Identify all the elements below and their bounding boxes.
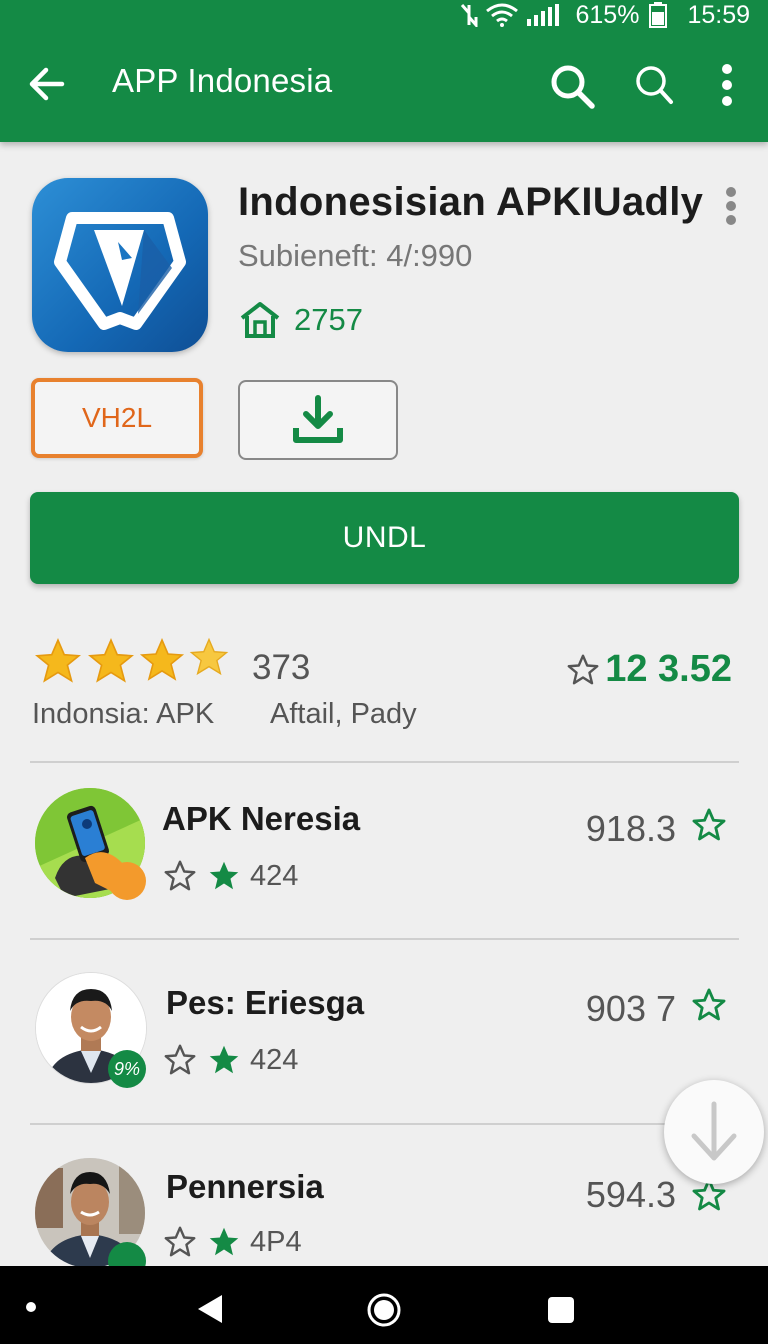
list-item-rating-value: 424 bbox=[250, 1043, 299, 1076]
star-icon bbox=[189, 637, 229, 676]
list-item[interactable]: 9% Pes: Eriesga 424 903 7 bbox=[0, 950, 768, 1120]
star-outline-icon bbox=[567, 654, 599, 684]
nav-back-icon[interactable] bbox=[196, 1293, 224, 1325]
rating-count: 373 bbox=[252, 648, 311, 687]
star-outline-icon bbox=[164, 1226, 196, 1257]
list-item-title: Pennersia bbox=[166, 1168, 324, 1205]
download-button[interactable] bbox=[238, 380, 398, 460]
rating-source-label: Indonsia: APK bbox=[32, 698, 215, 730]
arrow-down-icon bbox=[691, 1101, 737, 1161]
app-name: Indonesisian APKIUadly bbox=[238, 180, 704, 224]
star-outline-icon[interactable] bbox=[690, 806, 728, 844]
rating-score: 12 3.52 bbox=[565, 648, 732, 691]
list-item-title: Pes: Eriesga bbox=[166, 984, 365, 1021]
star-icon bbox=[209, 1045, 239, 1074]
list-item-value: 594.3 bbox=[585, 1174, 676, 1215]
battery-percent: 615% bbox=[575, 0, 640, 29]
home-icon bbox=[240, 302, 280, 338]
status-bar: 615% 15:59 bbox=[459, 0, 750, 30]
star-icon bbox=[139, 637, 185, 681]
app-subtitle: Subieneft: 4/:990 bbox=[238, 238, 473, 273]
list-item[interactable]: APK Neresia 424 918.3 bbox=[0, 770, 768, 940]
list-item-value: 903 7 bbox=[585, 988, 676, 1029]
list-item-title: APK Neresia bbox=[162, 800, 361, 837]
nfc-icon bbox=[461, 4, 478, 27]
secondary-action-button[interactable]: VH2L bbox=[31, 378, 203, 458]
avatar-badge-label: 9% bbox=[113, 1058, 140, 1079]
star-icon bbox=[35, 638, 81, 683]
app-count: 2757 bbox=[294, 302, 363, 337]
avatar-badge bbox=[108, 1242, 146, 1266]
more-vert-icon[interactable] bbox=[722, 186, 740, 226]
rating-detail-label: Aftail, Pady bbox=[270, 698, 417, 730]
nav-recents-icon[interactable] bbox=[548, 1297, 574, 1323]
list-item-rating: 424 bbox=[162, 1042, 298, 1078]
clock: 15:59 bbox=[687, 0, 750, 29]
app-bar-title: APP Indonesia bbox=[112, 62, 333, 99]
app-count-row: 2757 bbox=[238, 300, 363, 340]
star-outline-icon bbox=[164, 860, 196, 891]
nav-dot bbox=[26, 1302, 36, 1312]
list-item-value: 918.3 bbox=[585, 808, 676, 849]
status-icons bbox=[459, 3, 565, 27]
signal-icon bbox=[527, 4, 560, 26]
list-item-rating: 4P4 bbox=[162, 1224, 302, 1260]
install-button-label: UNDL bbox=[342, 521, 427, 554]
install-button[interactable]: UNDL bbox=[30, 492, 739, 584]
list-item[interactable]: Pennersia 4P4 594.3 bbox=[0, 1134, 768, 1266]
star-icon bbox=[88, 638, 134, 683]
list-item-rating-value: 424 bbox=[250, 859, 299, 892]
star-icon bbox=[209, 1227, 239, 1256]
list-item-rating-value: 4P4 bbox=[250, 1225, 302, 1258]
nav-home-icon[interactable] bbox=[366, 1292, 402, 1328]
app-logo-icon bbox=[54, 212, 186, 330]
battery-icon bbox=[649, 2, 668, 28]
star-icon bbox=[209, 861, 239, 890]
star-outline-icon bbox=[164, 1044, 196, 1075]
back-arrow-icon[interactable] bbox=[28, 62, 68, 106]
list-item-rating: 424 bbox=[162, 858, 298, 894]
divider bbox=[30, 1123, 739, 1125]
download-icon bbox=[293, 395, 343, 443]
rating-stars bbox=[32, 636, 230, 686]
avatar-badge: 9% bbox=[108, 1050, 146, 1088]
secondary-action-label: VH2L bbox=[81, 402, 153, 433]
search-icon[interactable] bbox=[634, 64, 674, 106]
rating-score-value: 12 3.52 bbox=[605, 648, 732, 690]
app-icon bbox=[32, 178, 208, 352]
top-app-bar: 615% 15:59 APP Indonesia bbox=[0, 0, 768, 142]
divider bbox=[30, 938, 739, 940]
wifi-icon bbox=[486, 3, 519, 27]
avatar-badge bbox=[108, 862, 146, 900]
divider bbox=[30, 761, 739, 763]
scroll-down-fab[interactable] bbox=[664, 1080, 764, 1184]
more-vert-icon[interactable] bbox=[714, 62, 740, 108]
search-icon[interactable] bbox=[548, 62, 596, 110]
star-outline-icon[interactable] bbox=[690, 986, 728, 1024]
